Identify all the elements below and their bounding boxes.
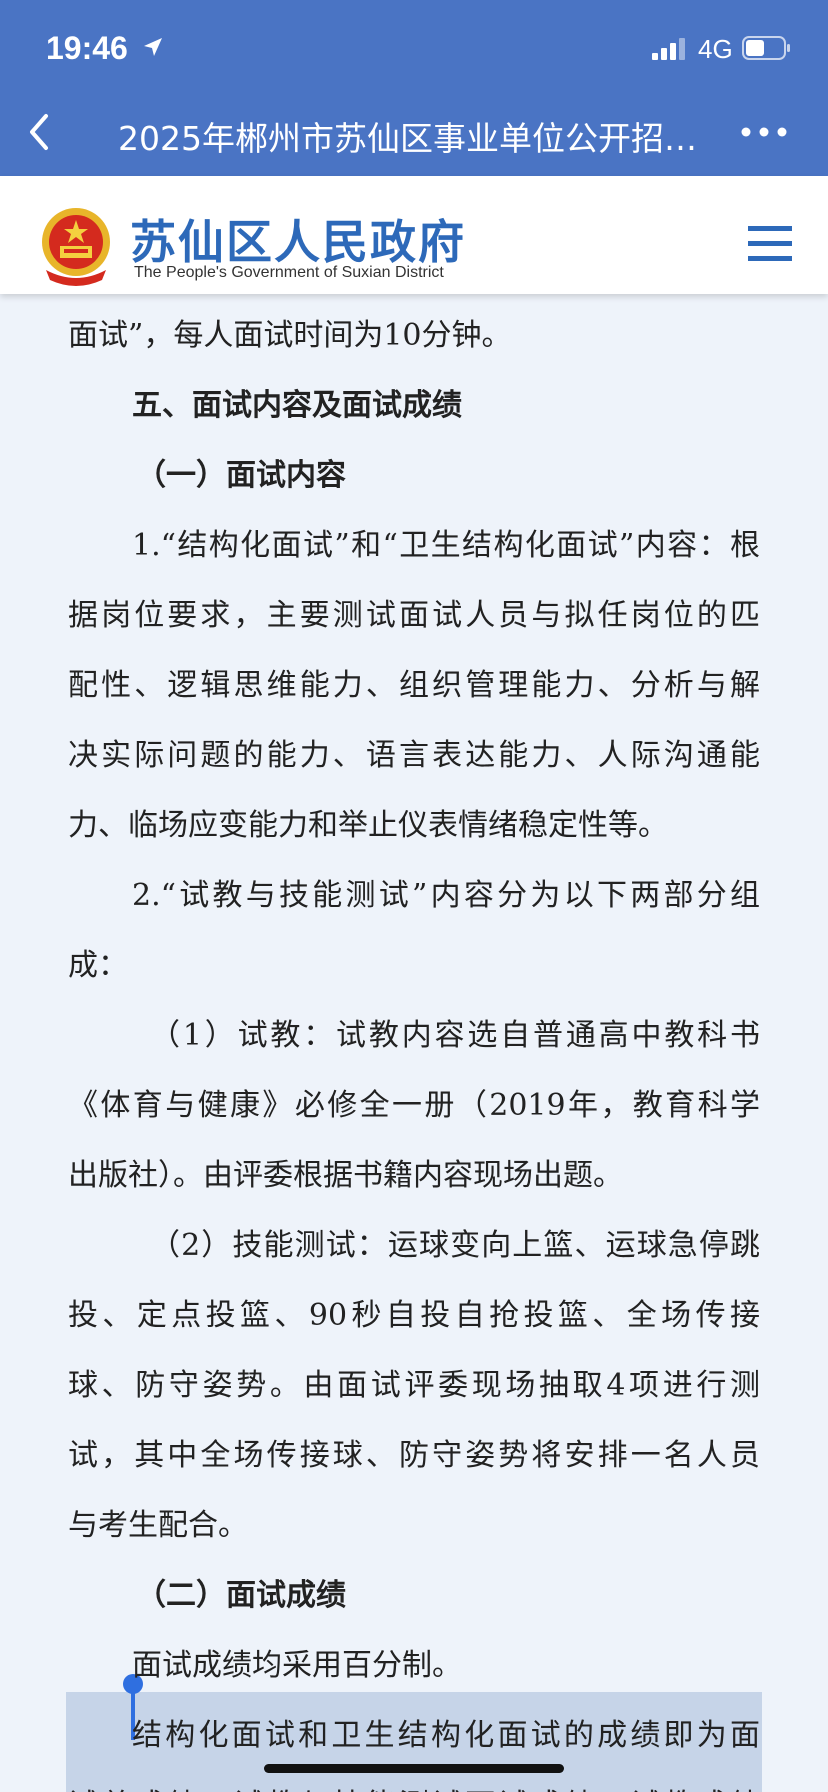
home-indicator[interactable] xyxy=(264,1764,564,1773)
article-line: 2.“试教与技能测试”内容分为以下两部分组 xyxy=(132,878,760,913)
app-top-bar: 19:46 4G 2025年郴州市苏仙区事业单位公开招聘面试公告 xyxy=(0,0,828,176)
article-line: 力、临场应变能力和举止仪表情绪稳定性等。 xyxy=(68,808,668,843)
battery-icon xyxy=(742,36,790,60)
site-name-english: The People's Government of Suxian Distri… xyxy=(134,264,444,281)
article-line: 试，其中全场传接球、防守姿势将安排一名人员 xyxy=(68,1438,760,1473)
page-title: 2025年郴州市苏仙区事业单位公开招聘面试公告 xyxy=(118,119,698,158)
location-arrow-icon xyxy=(144,38,162,56)
network-type: 4G xyxy=(698,34,733,64)
article-line: （1）试教：试教内容选自普通高中教科书 xyxy=(150,1018,760,1053)
article-line: 面试”，每人面试时间为10分钟。 xyxy=(68,318,512,353)
selected-text-line[interactable]: 结构化面试和卫生结构化面试的成绩即为面 xyxy=(132,1710,760,1754)
subsection-heading: （二）面试成绩 xyxy=(136,1578,346,1613)
article-content: 面试”，每人面试时间为10分钟。 五、面试内容及面试成绩 （一）面试内容 1.“… xyxy=(0,294,828,1792)
site-header: 苏仙区人民政府 The People's Government of Suxia… xyxy=(0,176,828,294)
subsection-heading: （一）面试内容 xyxy=(136,458,346,493)
article-line: 决实际问题的能力、语言表达能力、人际沟通能 xyxy=(68,738,760,773)
hamburger-menu-icon[interactable] xyxy=(748,224,792,264)
back-icon[interactable] xyxy=(22,110,56,154)
cellular-signal-icon xyxy=(652,38,685,60)
article-line: 成： xyxy=(68,948,128,983)
selected-text-line[interactable]: 试总成绩；试教与技能测试面试成绩，试教成绩 xyxy=(68,1780,760,1792)
article-line: 出版社）。由评委根据书籍内容现场出题。 xyxy=(68,1158,623,1193)
article-line: 据岗位要求，主要测试面试人员与拟任岗位的匹 xyxy=(68,598,760,633)
article-line: 配性、逻辑思维能力、组织管理能力、分析与解 xyxy=(68,668,760,703)
article-line: 《体育与健康》必修全一册（2019年，教育科学 xyxy=(68,1088,760,1123)
article-line: 球、防守姿势。由面试评委现场抽取4项进行测 xyxy=(68,1368,760,1403)
section-heading: 五、面试内容及面试成绩 xyxy=(132,388,462,423)
more-options-icon[interactable] xyxy=(740,122,788,142)
article-line: 投、定点投篮、90秒自投自抢投篮、全场传接 xyxy=(68,1298,760,1333)
article-line: 面试成绩均采用百分制。 xyxy=(132,1648,462,1683)
status-time: 19:46 xyxy=(46,30,128,66)
site-name: 苏仙区人民政府 xyxy=(130,215,466,269)
national-emblem-icon xyxy=(42,208,110,286)
article-line: （2）技能测试：运球变向上篮、运球急停跳 xyxy=(150,1228,760,1263)
article-line: 1.“结构化面试”和“卫生结构化面试”内容：根 xyxy=(132,528,760,563)
article-line: 与考生配合。 xyxy=(68,1508,248,1543)
